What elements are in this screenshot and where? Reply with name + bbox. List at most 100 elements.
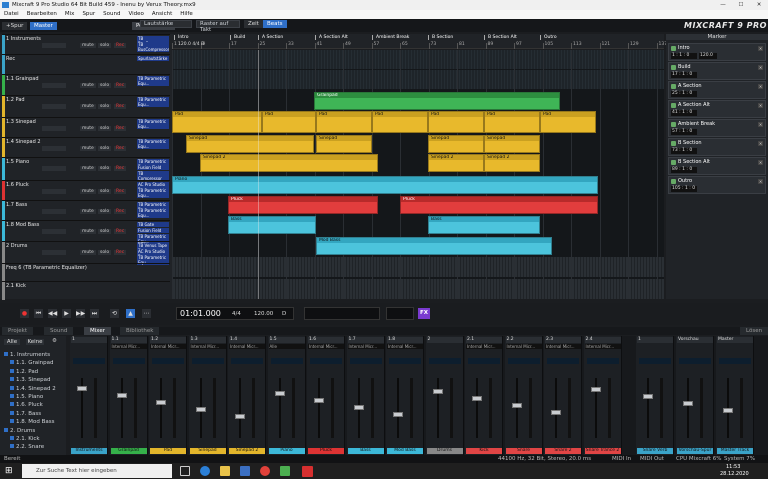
rewind-start-icon[interactable]: ⏮ xyxy=(34,309,43,318)
clip-pad[interactable]: Pad xyxy=(540,111,596,133)
clip-pad[interactable]: Pad xyxy=(372,111,428,133)
checkbox-icon[interactable] xyxy=(4,427,8,432)
effect-slot[interactable]: TB Parametric Equ... xyxy=(137,119,169,129)
timeline-marker[interactable]: Ambient Break xyxy=(372,35,409,40)
fader-knob[interactable] xyxy=(723,408,733,413)
app-icon-2[interactable] xyxy=(280,466,290,476)
explorer-icon[interactable] xyxy=(220,466,230,476)
browser-item[interactable]: 1.1. Grainpad xyxy=(10,360,54,367)
windows-start-icon[interactable]: ⊞ xyxy=(5,466,15,476)
timeline-marker[interactable]: B Section Alt xyxy=(484,35,517,40)
fader-knob[interactable] xyxy=(393,412,403,417)
marker-checkbox[interactable] xyxy=(671,84,676,89)
volume-slider[interactable] xyxy=(42,126,66,131)
input-select[interactable]: Internal Micr... xyxy=(466,344,502,349)
playhead[interactable] xyxy=(258,50,259,299)
checkbox-icon[interactable] xyxy=(10,368,14,373)
marker-tempo[interactable]: 120.0 xyxy=(699,53,717,59)
browser-item[interactable]: 2.1. Kick xyxy=(10,436,40,443)
fader-knob[interactable] xyxy=(156,400,166,405)
track-header[interactable]: 1.5 PianomutesoloRecTB Parametric Equ...… xyxy=(2,157,170,181)
mute-button[interactable]: mute xyxy=(80,166,96,171)
clip-sinepad[interactable]: Sinepad xyxy=(484,135,540,153)
arm-record-button[interactable]: Rec xyxy=(114,126,127,131)
maximize-icon[interactable]: ☐ xyxy=(732,0,750,10)
effect-slot[interactable]: TB Parametric Equ... xyxy=(137,97,169,107)
solo-button[interactable]: solo xyxy=(98,104,112,109)
clip-grainpad[interactable]: Grainpad xyxy=(314,92,560,110)
metronome-icon[interactable]: ▲ xyxy=(126,309,135,318)
track-header[interactable]: Freq 6 (TB Parametric Equalizer) xyxy=(2,263,170,282)
checkbox-icon[interactable] xyxy=(10,410,14,415)
browser-item[interactable]: 1.3. Sinepad xyxy=(10,377,51,384)
fader-knob[interactable] xyxy=(551,410,561,415)
marker-item[interactable]: A Section Alt 41 : 1 : 0 ✕ xyxy=(668,100,766,118)
mute-button[interactable]: mute xyxy=(80,189,96,194)
fader-knob[interactable] xyxy=(116,393,127,398)
marker-checkbox[interactable] xyxy=(671,122,676,127)
track-header[interactable]: 1.2 Pad mute solo Rec TB Parametric Equ... xyxy=(2,95,170,118)
marker-item[interactable]: Build 17 : 1 : 0 ✕ xyxy=(668,62,766,80)
input-select[interactable]: Internal Micr... xyxy=(308,344,344,349)
fader-knob[interactable] xyxy=(235,414,245,419)
arm-record-button[interactable]: Rec xyxy=(114,166,127,171)
select-none-button[interactable]: Keine xyxy=(26,339,44,345)
input-select[interactable]: Alle xyxy=(268,344,305,349)
volume-slider[interactable] xyxy=(42,104,66,109)
edge-icon[interactable] xyxy=(200,466,210,476)
volume-slider[interactable] xyxy=(42,146,66,151)
track-header[interactable]: 1.7 BassmutesoloRecTB Parametric Equ...T… xyxy=(2,200,170,221)
timeline-ruler[interactable]: 1 9 17 25 33 41 49 57 65 73 81 89 97 105 113 121 129 137 … xyxy=(172,34,667,49)
menu-spur[interactable]: Spur xyxy=(82,11,95,17)
checkbox-icon[interactable] xyxy=(10,402,14,407)
track-header[interactable]: 1 Instruments mutesoloRec TB BusCompressor… xyxy=(2,34,170,55)
clip-pad[interactable]: Pad xyxy=(428,111,484,133)
time-button[interactable]: Zeit xyxy=(244,20,263,28)
browser-item[interactable]: 1.8. Mod Bass xyxy=(10,419,54,426)
clip-sinepad[interactable]: Sinepad xyxy=(186,135,314,153)
solo-button[interactable]: solo xyxy=(98,166,112,171)
checkbox-icon[interactable] xyxy=(10,419,14,424)
fader-knob[interactable] xyxy=(472,396,482,401)
effect-slot[interactable]: TB Gate xyxy=(137,222,169,227)
input-select[interactable]: Internal Micr... xyxy=(545,344,581,349)
browser-item[interactable]: 1.4. Sinepad 2 xyxy=(10,385,56,393)
delete-icon[interactable]: ✕ xyxy=(758,103,763,108)
volume-slider[interactable] xyxy=(42,43,66,48)
input-select[interactable]: Internal Micr... xyxy=(505,344,542,349)
clip-bass[interactable]: Bass xyxy=(228,216,316,234)
menu-ansicht[interactable]: Ansicht xyxy=(152,11,172,17)
checkbox-icon[interactable] xyxy=(10,385,14,390)
track-header[interactable]: Rec Spurlautstärke xyxy=(2,54,170,75)
rewind-icon[interactable]: ◀◀ xyxy=(48,309,57,318)
marker-checkbox[interactable] xyxy=(671,103,676,108)
marker-checkbox[interactable] xyxy=(671,160,676,165)
input-select[interactable]: Internal Micr... xyxy=(584,344,621,349)
forward-icon[interactable]: ▶▶ xyxy=(76,309,85,318)
input-select[interactable]: Internal Micr... xyxy=(387,344,423,349)
timeline-marker[interactable]: A Section Alt xyxy=(315,35,348,40)
timeline-marker[interactable]: Intro xyxy=(174,35,188,40)
master-button[interactable]: Master xyxy=(30,22,57,30)
track-header[interactable]: 1.4 Sinepad 2 mute solo Rec TB Parametric Eq… xyxy=(2,137,170,158)
marker-position[interactable]: 1 : 1 : 0 xyxy=(671,53,697,59)
browser-item[interactable]: 1.6. Pluck xyxy=(10,402,43,409)
end-icon[interactable]: ⏭ xyxy=(90,309,99,318)
timeline-marker[interactable]: A Section xyxy=(258,35,283,40)
clip-pad[interactable]: Pad xyxy=(484,111,540,133)
browser-item[interactable]: 2.2. Snare xyxy=(10,444,44,451)
marker-item[interactable]: B Section 73 : 1 : 0 ✕ xyxy=(668,138,766,156)
volume-slider[interactable] xyxy=(42,209,66,214)
time-display[interactable]: 01:01.000 xyxy=(180,309,221,318)
menu-hilfe[interactable]: Hilfe xyxy=(180,11,193,17)
mixcraft-taskbar-icon[interactable] xyxy=(302,466,313,477)
clip-sinepad[interactable]: Sinepad xyxy=(316,135,372,153)
key-display[interactable]: D xyxy=(282,311,286,317)
clip-sinepad-2[interactable]: Sinepad 2 xyxy=(484,154,540,172)
track-header[interactable]: 1.8 Mod Bass mute solo Rec TB Gate Fusion Fie… xyxy=(2,220,170,244)
effect-slot[interactable]: TB BusCompressor xyxy=(137,42,169,52)
marker-item[interactable]: B Section Alt 89 : 1 : 0 ✕ xyxy=(668,157,766,175)
mute-button[interactable]: mute xyxy=(80,250,96,255)
volume-slider[interactable] xyxy=(42,83,66,88)
tab-mixer[interactable]: Mixer xyxy=(84,327,112,335)
